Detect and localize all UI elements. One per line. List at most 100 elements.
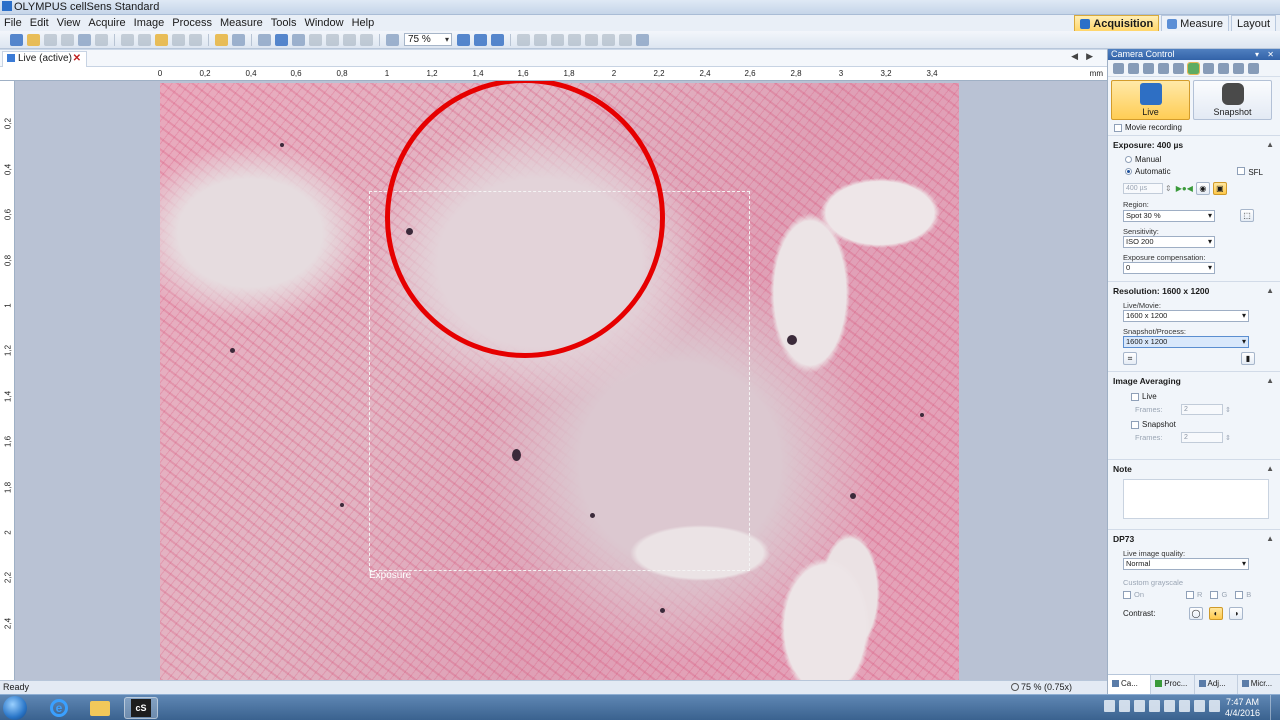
print-icon[interactable] <box>78 33 91 46</box>
align-icon[interactable] <box>568 33 581 46</box>
image-icon[interactable] <box>215 33 228 46</box>
region-frame-button[interactable]: ⬚ <box>1240 209 1254 222</box>
averaging-live-checkbox[interactable] <box>1131 392 1139 401</box>
layout-tab-measure[interactable]: Measure <box>1161 15 1229 31</box>
image-averaging-title[interactable]: Image Averaging ▲ <box>1113 376 1275 386</box>
live-button[interactable]: Live <box>1111 80 1190 120</box>
averaging-live-option[interactable]: Live <box>1113 386 1275 404</box>
manual-radio[interactable] <box>1125 156 1132 163</box>
fit-to-window-icon[interactable] <box>474 33 487 46</box>
zoom-select[interactable]: 75 % <box>404 33 452 46</box>
copy-icon[interactable] <box>138 33 151 46</box>
layer-icon[interactable] <box>585 33 598 46</box>
taskbar-file-explorer[interactable] <box>83 697 117 719</box>
close-tab-icon[interactable]: ✕ <box>73 52 81 66</box>
menu-image[interactable]: Image <box>130 17 169 29</box>
collapse-icon[interactable]: ▲ <box>1266 140 1274 149</box>
tray-bluetooth-icon[interactable] <box>1179 700 1190 712</box>
tray-volume-icon[interactable] <box>1209 700 1220 712</box>
cut-icon[interactable] <box>121 33 134 46</box>
snapshot-button[interactable]: Snapshot <box>1193 80 1272 120</box>
tab-scroll-arrows[interactable]: ◀▶ <box>1071 51 1101 62</box>
movie-recording-row[interactable]: Movie recording <box>1108 120 1280 135</box>
print-preview-icon[interactable] <box>95 33 108 46</box>
collapse-icon[interactable]: ▲ <box>1266 376 1274 385</box>
snapshot-frames-field[interactable]: 2 <box>1181 432 1223 443</box>
play-green-icon[interactable]: ▶●◀ <box>1176 184 1193 193</box>
menu-edit[interactable]: Edit <box>26 17 53 29</box>
system-clock[interactable]: 7:47 AM 4/4/2016 <box>1225 697 1260 719</box>
menu-process[interactable]: Process <box>168 17 216 29</box>
tray-stop-icon[interactable] <box>1134 700 1145 712</box>
new-document-icon[interactable] <box>10 33 23 46</box>
automatic-radio[interactable] <box>1125 168 1132 175</box>
taskbar-cellsens[interactable]: cS <box>124 697 158 719</box>
collapse-icon[interactable]: ▲ <box>1266 464 1274 473</box>
tray-record-icon[interactable] <box>1149 700 1160 712</box>
collapse-icon[interactable]: ▲ <box>1266 286 1274 295</box>
rotate-icon[interactable] <box>517 33 530 46</box>
live-image-quality-select[interactable]: Normal <box>1123 558 1249 570</box>
menu-acquire[interactable]: Acquire <box>84 17 129 29</box>
tool-icon[interactable] <box>1113 62 1124 74</box>
averaging-snapshot-option[interactable]: Snapshot <box>1113 415 1275 432</box>
menu-window[interactable]: Window <box>300 17 347 29</box>
lock-exposure-button[interactable]: ▣ <box>1212 182 1227 195</box>
show-desktop-button[interactable] <box>1270 695 1280 720</box>
taskbar-internet-explorer[interactable]: e <box>42 697 76 719</box>
movie-recording-checkbox[interactable] <box>1114 123 1122 132</box>
layout-tab-layout[interactable]: Layout <box>1230 15 1276 31</box>
crosshair-icon[interactable] <box>326 33 339 46</box>
tool-icon[interactable] <box>1158 62 1169 74</box>
contrast-normal-button[interactable]: ◐ <box>1209 607 1223 620</box>
grayscale-on-checkbox[interactable] <box>1123 590 1131 599</box>
tool-icon[interactable] <box>1143 62 1154 74</box>
live-frames-field[interactable]: 2 <box>1181 404 1223 415</box>
zoom-out-icon[interactable] <box>386 33 399 46</box>
image-viewport[interactable]: Exposure <box>15 81 1107 680</box>
grayscale-b-checkbox[interactable] <box>1235 590 1244 599</box>
live-resolution-select[interactable]: 1600 x 1200 <box>1123 310 1249 322</box>
note-textarea[interactable] <box>1123 479 1269 519</box>
zoom-in-icon[interactable] <box>457 33 470 46</box>
undo-icon[interactable] <box>172 33 185 46</box>
contrast-low-button[interactable]: ◯ <box>1189 607 1203 620</box>
redo-icon[interactable] <box>189 33 202 46</box>
line-tool-icon[interactable] <box>343 33 356 46</box>
open-folder-icon[interactable] <box>27 33 40 46</box>
automatic-option[interactable]: Automatic SFL <box>1113 166 1275 179</box>
tray-pause-icon[interactable] <box>1119 700 1130 712</box>
select-arrow-icon[interactable] <box>292 33 305 46</box>
save-all-icon[interactable] <box>61 33 74 46</box>
tool-icon[interactable] <box>1173 62 1184 74</box>
region-tool-icon[interactable] <box>360 33 373 46</box>
camera-settings-button[interactable]: ▮ <box>1241 352 1255 365</box>
fit-width-icon[interactable] <box>491 33 504 46</box>
save-icon[interactable] <box>44 33 57 46</box>
tool-icon[interactable] <box>1233 62 1244 74</box>
menu-file[interactable]: File <box>0 17 26 29</box>
contrast-high-button[interactable]: ◑ <box>1229 607 1243 620</box>
spinner-icon[interactable]: ⇕ <box>1225 434 1231 442</box>
pan-hand-icon[interactable] <box>258 33 271 46</box>
menu-measure[interactable]: Measure <box>216 17 267 29</box>
note-title[interactable]: Note ▲ <box>1113 464 1275 474</box>
start-button-icon[interactable] <box>3 696 27 720</box>
grid-icon[interactable] <box>551 33 564 46</box>
tab-camera-control[interactable]: Ca... <box>1108 675 1152 694</box>
exposure-compensation-select[interactable]: 0 <box>1123 262 1215 274</box>
tool-icon[interactable] <box>1203 62 1214 74</box>
exposure-time-field[interactable]: 400 µs <box>1123 183 1163 194</box>
tray-arrow-icon[interactable] <box>1104 700 1115 712</box>
menu-tools[interactable]: Tools <box>267 17 301 29</box>
grayscale-r-checkbox[interactable] <box>1186 590 1195 599</box>
auto-exposure-button[interactable]: ◉ <box>1195 182 1210 195</box>
menu-help[interactable]: Help <box>348 17 379 29</box>
tab-process-manager[interactable]: Proc... <box>1151 675 1195 694</box>
region-select[interactable]: Spot 30 % <box>1123 209 1215 222</box>
tab-microscope[interactable]: Micr... <box>1238 675 1280 694</box>
dp73-title[interactable]: DP73 ▲ <box>1113 534 1275 544</box>
menu-view[interactable]: View <box>53 17 85 29</box>
channels-icon[interactable] <box>619 33 632 46</box>
stack-icon[interactable] <box>602 33 615 46</box>
